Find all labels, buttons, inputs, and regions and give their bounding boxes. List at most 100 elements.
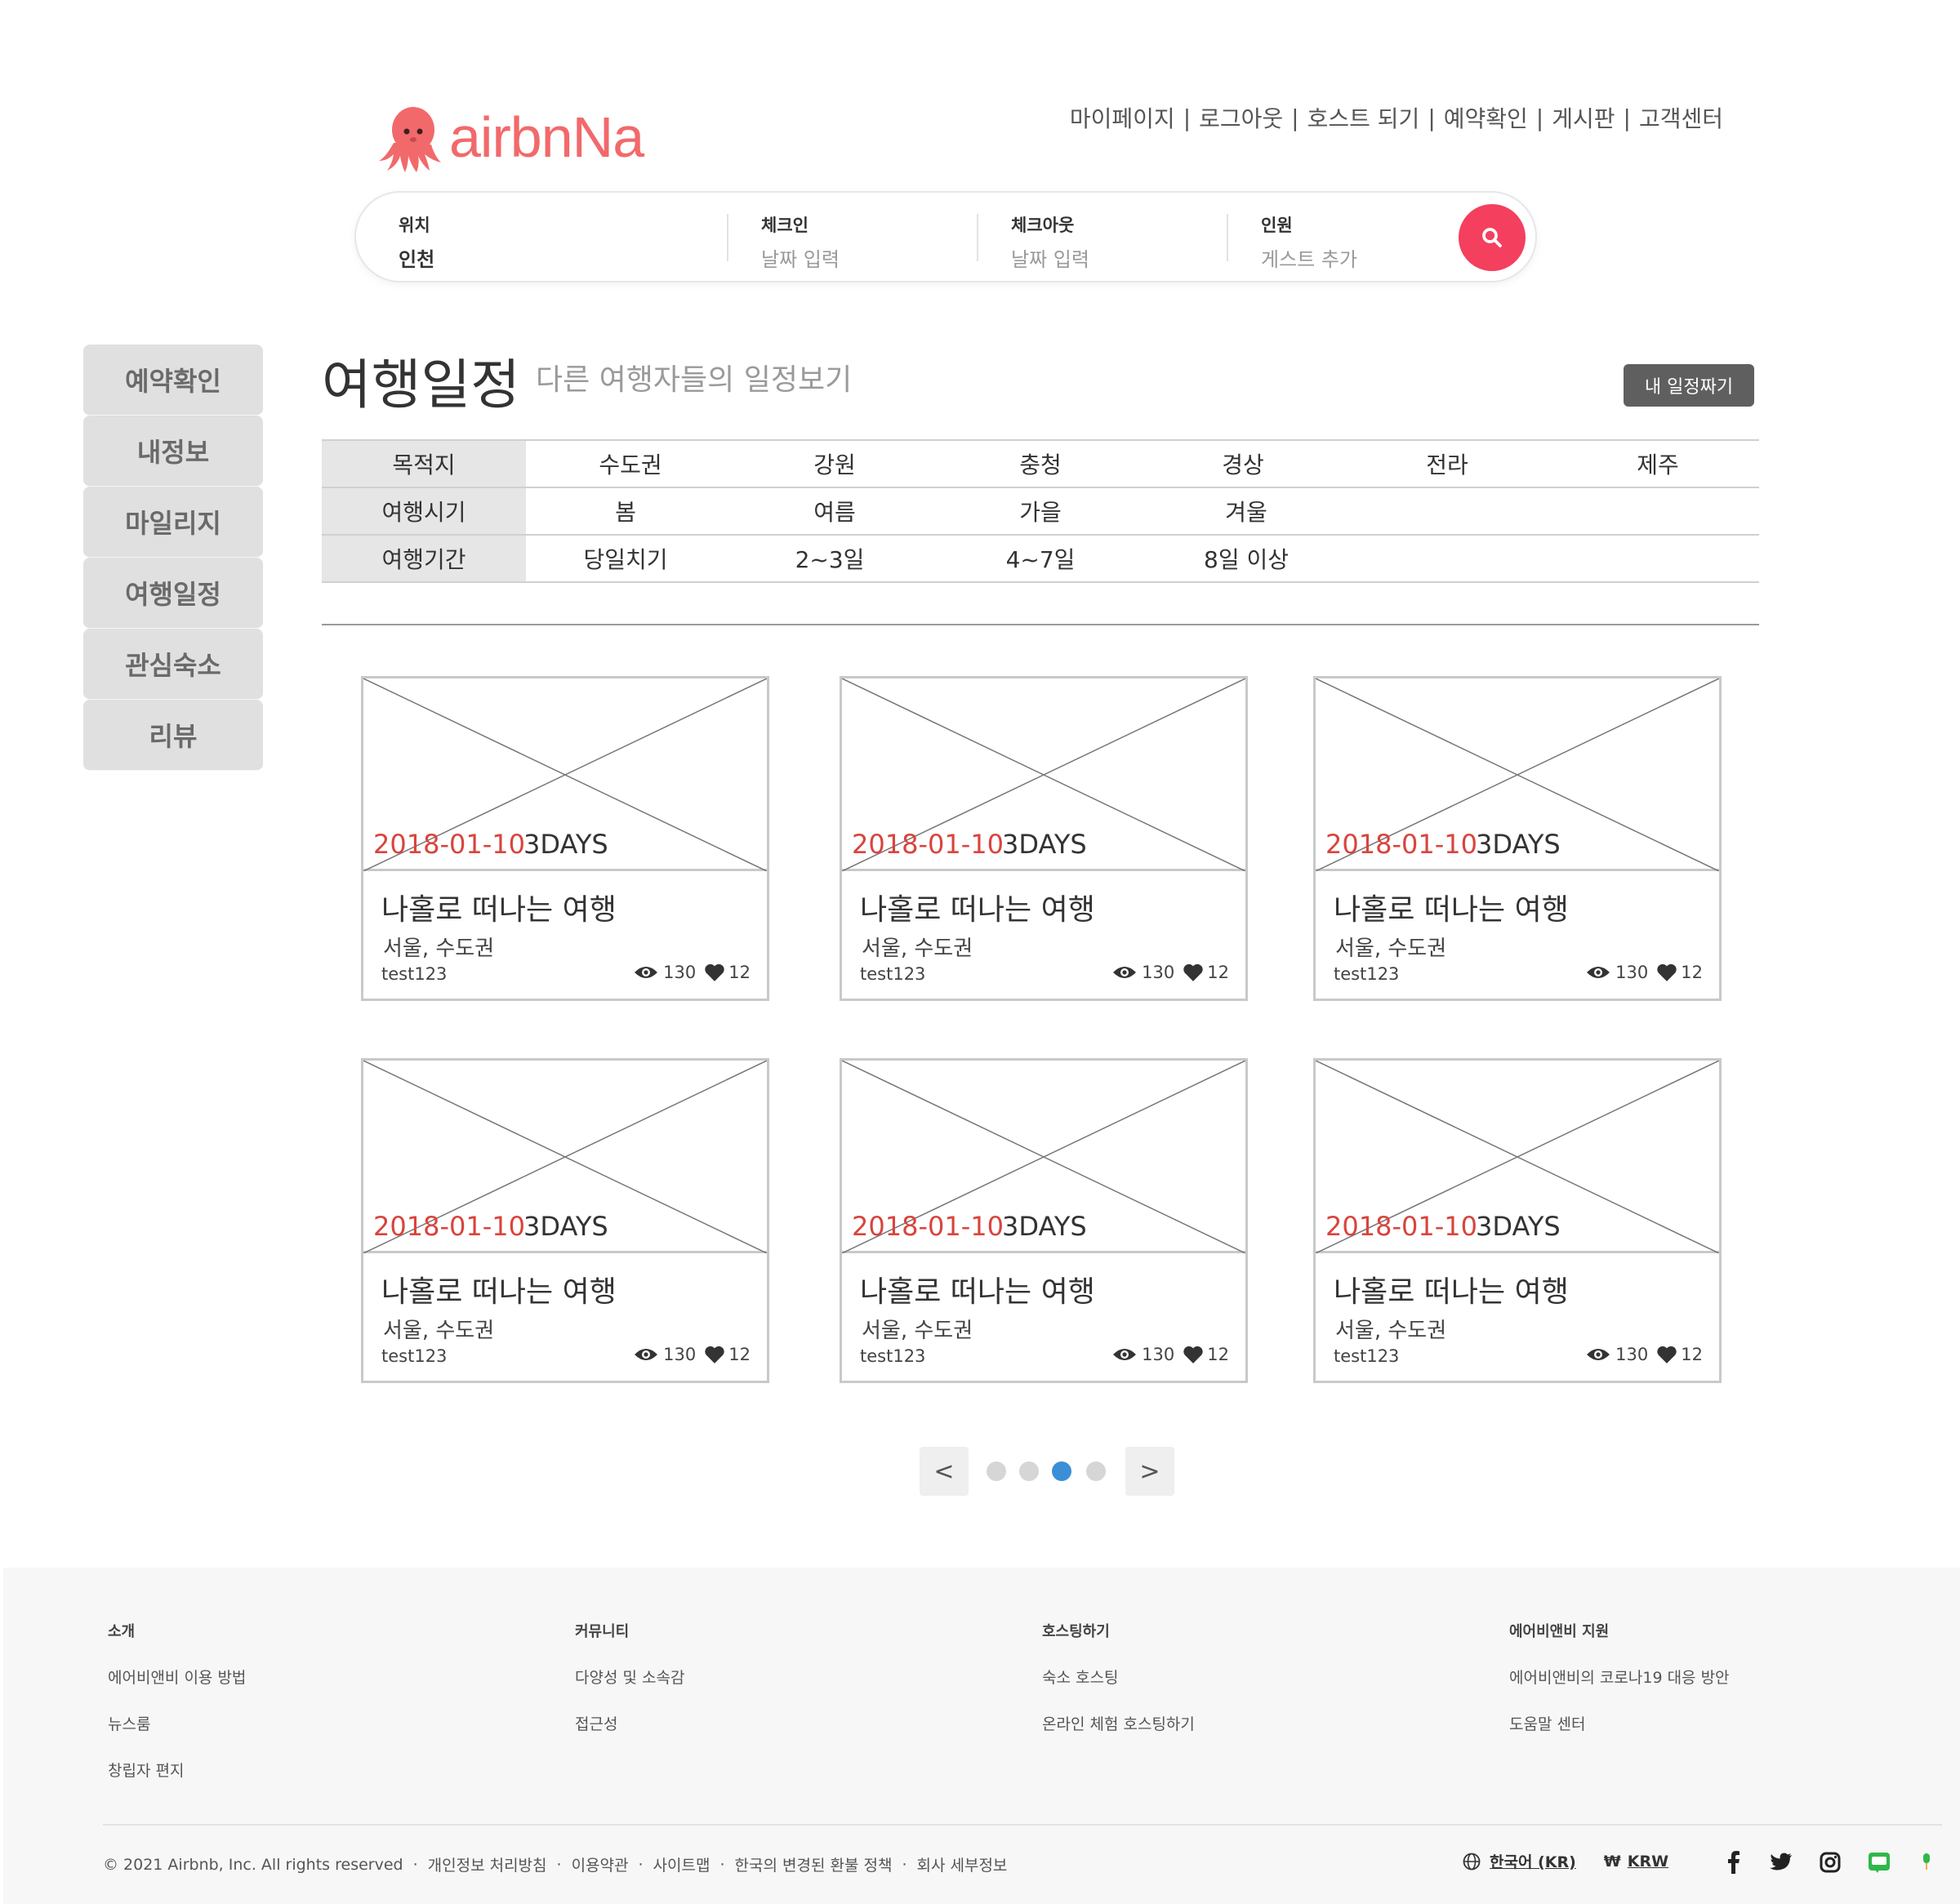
location-field[interactable]: 위치 인천: [399, 212, 434, 272]
card-days: 3DAYS: [1002, 829, 1087, 860]
nav-reservations[interactable]: 예약확인: [1444, 101, 1528, 134]
line-icon[interactable]: [1867, 1850, 1891, 1875]
nav-separator: |: [1535, 104, 1544, 131]
sidebar-item-travel-schedule[interactable]: 여행일정: [83, 558, 263, 629]
nav-board[interactable]: 게시판: [1552, 101, 1615, 134]
next-page-button[interactable]: >: [1125, 1447, 1174, 1496]
filter-option[interactable]: 강원: [813, 441, 856, 487]
card-views: 130: [663, 1345, 697, 1364]
footer-link[interactable]: 창립자 편지: [108, 1759, 246, 1781]
page-dot-1[interactable]: [987, 1461, 1006, 1481]
logo[interactable]: airbnNa: [377, 96, 647, 178]
guests-placeholder[interactable]: 게스트 추가: [1261, 243, 1357, 272]
footer-link[interactable]: 도움말 센터: [1509, 1712, 1730, 1734]
nav-mypage[interactable]: 마이페이지: [1070, 101, 1175, 134]
language-selector[interactable]: 한국어 (KR): [1490, 1850, 1576, 1872]
filter-option[interactable]: 수도권: [599, 441, 662, 487]
card-views: 130: [1142, 963, 1175, 982]
footer-separator: ·: [638, 1855, 644, 1874]
filter-option[interactable]: 8일 이상: [1204, 536, 1289, 581]
filter-table: 목적지 수도권 강원 충청 경상 전라 제주 여행시기 봄 여름 가을 겨울 여…: [322, 439, 1759, 583]
checkin-placeholder[interactable]: 날짜 입력: [761, 243, 840, 272]
sidebar-item-wishlist[interactable]: 관심숙소: [83, 629, 263, 700]
prev-page-button[interactable]: <: [920, 1447, 969, 1496]
filter-row-season: 여행시기 봄 여름 가을 겨울: [322, 488, 1759, 536]
heart-icon: [1657, 1346, 1677, 1363]
page-dot-4[interactable]: [1086, 1461, 1106, 1481]
filter-option[interactable]: 제주: [1637, 441, 1679, 487]
footer-link[interactable]: 에어비앤비 이용 방법: [108, 1666, 246, 1688]
card-title: 나홀로 떠나는 여행: [860, 893, 1095, 927]
schedule-card[interactable]: 2018-01-10 3DAYS 나홀로 떠나는 여행 서울, 수도권 test…: [361, 676, 769, 1001]
card-user: test123: [381, 964, 448, 984]
nav-separator: |: [1623, 104, 1631, 131]
search-button[interactable]: [1459, 204, 1526, 271]
filter-option[interactable]: 4~7일: [1006, 536, 1076, 581]
footer-link[interactable]: 접근성: [575, 1712, 684, 1734]
currency-selector[interactable]: KRW: [1628, 1853, 1668, 1871]
nav-logout[interactable]: 로그아웃: [1199, 101, 1283, 134]
footer-separator: ·: [902, 1855, 907, 1874]
schedule-card[interactable]: 2018-01-10 3DAYS 나홀로 떠나는 여행 서울, 수도권 test…: [1313, 676, 1722, 1001]
footer-link[interactable]: 뉴스룸: [108, 1712, 246, 1734]
card-image-placeholder: 2018-01-10 3DAYS: [1316, 1061, 1719, 1253]
footer: 소개 에어비앤비 이용 방법 뉴스룸 창립자 편지 커뮤니티 다양성 및 소속감…: [3, 1568, 1960, 1904]
sitemap-link[interactable]: 사이트맵: [653, 1853, 710, 1875]
filter-option[interactable]: 충청: [1019, 441, 1062, 487]
location-value[interactable]: 인천: [399, 243, 434, 272]
card-location: 서울, 수도권: [383, 936, 495, 961]
card-date: 2018-01-10: [373, 1211, 525, 1242]
card-likes: 12: [728, 963, 751, 982]
kakao-icon[interactable]: [1914, 1850, 1939, 1875]
filter-option[interactable]: 겨울: [1225, 488, 1267, 534]
page-subtitle[interactable]: 다른 여행자들의 일정보기: [536, 356, 852, 398]
filter-option[interactable]: 당일치기: [583, 536, 667, 581]
card-days: 3DAYS: [1476, 1211, 1561, 1242]
page-dot-2[interactable]: [1019, 1461, 1039, 1481]
terms-link[interactable]: 이용약관: [572, 1853, 629, 1875]
schedule-card[interactable]: 2018-01-10 3DAYS 나홀로 떠나는 여행 서울, 수도권 test…: [361, 1058, 769, 1383]
filter-label-destination: 목적지: [322, 441, 526, 487]
footer-link[interactable]: 온라인 체험 호스팅하기: [1042, 1712, 1195, 1734]
footer-link[interactable]: 다양성 및 소속감: [575, 1666, 684, 1688]
refund-policy-link[interactable]: 한국의 변경된 환불 정책: [735, 1853, 893, 1875]
card-user: test123: [1334, 1346, 1400, 1366]
checkout-field[interactable]: 체크아웃 날짜 입력: [1011, 212, 1089, 272]
twitter-icon[interactable]: [1769, 1850, 1793, 1875]
privacy-policy-link[interactable]: 개인정보 처리방침: [428, 1853, 547, 1875]
checkout-placeholder[interactable]: 날짜 입력: [1011, 243, 1089, 272]
company-details-link[interactable]: 회사 세부정보: [916, 1853, 1007, 1875]
sidebar-item-reviews[interactable]: 리뷰: [83, 700, 263, 771]
nav-customer-center[interactable]: 고객센터: [1639, 101, 1723, 134]
card-user: test123: [860, 1346, 926, 1366]
nav-become-host[interactable]: 호스트 되기: [1307, 101, 1420, 134]
schedule-card[interactable]: 2018-01-10 3DAYS 나홀로 떠나는 여행 서울, 수도권 test…: [840, 676, 1248, 1001]
filter-option[interactable]: 전라: [1426, 441, 1468, 487]
filter-option[interactable]: 가을: [1019, 488, 1062, 534]
filter-option[interactable]: 경상: [1222, 441, 1264, 487]
sidebar-item-my-info[interactable]: 내정보: [83, 416, 263, 487]
my-schedule-button[interactable]: 내 일정짜기: [1624, 364, 1754, 407]
heart-icon: [1183, 963, 1203, 981]
filter-option[interactable]: 봄: [615, 488, 636, 534]
card-date: 2018-01-10: [852, 829, 1004, 860]
filter-option[interactable]: 2~3일: [795, 536, 865, 581]
footer-link[interactable]: 에어비앤비의 코로나19 대응 방안: [1509, 1666, 1730, 1688]
checkin-field[interactable]: 체크인 날짜 입력: [761, 212, 840, 272]
filter-label-season: 여행시기: [322, 488, 526, 534]
facebook-icon[interactable]: [1722, 1850, 1746, 1875]
filter-option[interactable]: 여름: [813, 488, 856, 534]
guests-field[interactable]: 인원 게스트 추가: [1261, 212, 1357, 272]
schedule-card[interactable]: 2018-01-10 3DAYS 나홀로 떠나는 여행 서울, 수도권 test…: [840, 1058, 1248, 1383]
schedule-card[interactable]: 2018-01-10 3DAYS 나홀로 떠나는 여행 서울, 수도권 test…: [1313, 1058, 1722, 1383]
eye-icon: [1587, 1349, 1610, 1360]
eye-icon: [1113, 967, 1137, 978]
page-dot-3[interactable]: [1052, 1461, 1071, 1481]
sidebar-item-mileage[interactable]: 마일리지: [83, 487, 263, 558]
footer-link[interactable]: 숙소 호스팅: [1042, 1666, 1195, 1688]
sidebar-item-reservations[interactable]: 예약확인: [83, 345, 263, 416]
search-divider: [1227, 214, 1228, 261]
instagram-icon[interactable]: [1818, 1850, 1842, 1875]
card-stats: 130 12: [1586, 1345, 1703, 1364]
card-location: 서울, 수도권: [862, 1319, 973, 1343]
